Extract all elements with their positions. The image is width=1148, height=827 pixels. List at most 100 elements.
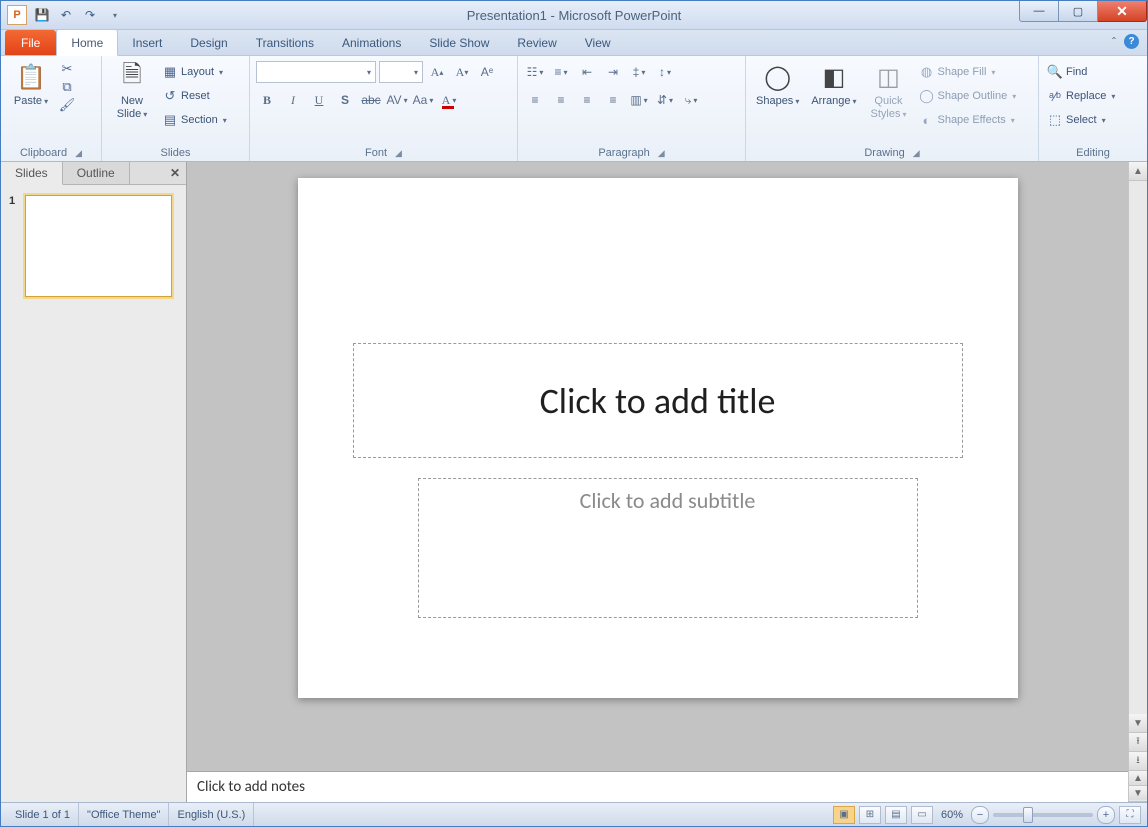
reset-button[interactable]: ↺Reset bbox=[160, 85, 229, 107]
shape-fill-button[interactable]: ◍Shape Fill▾ bbox=[916, 61, 1018, 83]
smartart-button[interactable]: ⤷▾ bbox=[680, 89, 702, 111]
thumbnail-item[interactable]: 1 bbox=[9, 195, 178, 297]
replace-button[interactable]: ᵃ⁄ᵇReplace▾ bbox=[1045, 85, 1117, 107]
font-family-combo[interactable]: ▾ bbox=[256, 61, 376, 83]
tab-transitions[interactable]: Transitions bbox=[242, 30, 328, 55]
drawing-dialog-launcher[interactable]: ◢ bbox=[913, 148, 920, 159]
help-button[interactable]: ? bbox=[1124, 34, 1139, 49]
zoom-in-button[interactable]: + bbox=[1097, 806, 1115, 824]
paragraph-dialog-launcher[interactable]: ◢ bbox=[658, 148, 665, 159]
shape-outline-button[interactable]: ◯Shape Outline▾ bbox=[916, 85, 1018, 107]
thumbnail-preview[interactable] bbox=[25, 195, 172, 297]
strikethrough-button[interactable]: abc bbox=[360, 89, 382, 111]
zoom-slider[interactable] bbox=[993, 813, 1093, 817]
close-button[interactable]: ✕ bbox=[1098, 1, 1147, 22]
increase-indent-button[interactable]: ⇥ bbox=[602, 61, 624, 83]
pane-tab-slides[interactable]: Slides bbox=[1, 162, 63, 185]
clear-formatting-button[interactable]: Aᵉ bbox=[476, 61, 498, 83]
fit-to-window-button[interactable]: ⛶ bbox=[1119, 806, 1141, 824]
tab-view[interactable]: View bbox=[571, 30, 625, 55]
tab-slideshow[interactable]: Slide Show bbox=[415, 30, 503, 55]
copy-button[interactable]: ⧉ bbox=[59, 79, 75, 95]
subtitle-placeholder-text: Click to add subtitle bbox=[580, 487, 756, 514]
quick-styles-button[interactable]: ◫ Quick Styles▾ bbox=[864, 59, 912, 123]
status-slide-info[interactable]: Slide 1 of 1 bbox=[7, 803, 79, 826]
qat-customize[interactable]: ▾ bbox=[105, 6, 123, 24]
cut-button[interactable]: ✂ bbox=[59, 61, 75, 77]
next-slide-button[interactable]: ⭳ bbox=[1129, 752, 1147, 771]
tab-review[interactable]: Review bbox=[503, 30, 570, 55]
zoom-out-button[interactable]: − bbox=[971, 806, 989, 824]
underline-button[interactable]: U bbox=[308, 89, 330, 111]
font-size-combo[interactable]: ▾ bbox=[379, 61, 423, 83]
tab-design[interactable]: Design bbox=[176, 30, 241, 55]
clipboard-dialog-launcher[interactable]: ◢ bbox=[75, 148, 82, 159]
tab-home[interactable]: Home bbox=[56, 29, 118, 56]
notes-scroll-down[interactable]: ▼ bbox=[1129, 786, 1147, 800]
zoom-slider-thumb[interactable] bbox=[1023, 807, 1033, 823]
tab-file[interactable]: File bbox=[5, 30, 56, 55]
italic-button[interactable]: I bbox=[282, 89, 304, 111]
undo-button[interactable]: ↶ bbox=[57, 6, 75, 24]
character-spacing-button[interactable]: AV▾ bbox=[386, 89, 408, 111]
status-theme[interactable]: "Office Theme" bbox=[79, 803, 169, 826]
scroll-track[interactable] bbox=[1129, 181, 1147, 714]
slide-canvas[interactable]: Click to add title Click to add subtitle bbox=[298, 178, 1018, 698]
shape-effects-button[interactable]: ◐Shape Effects▾ bbox=[916, 109, 1018, 131]
minimize-button[interactable]: — bbox=[1019, 1, 1059, 22]
font-dialog-launcher[interactable]: ◢ bbox=[395, 148, 402, 159]
decrease-indent-button[interactable]: ⇤ bbox=[576, 61, 598, 83]
shapes-button[interactable]: ◯ Shapes▾ bbox=[752, 59, 803, 110]
change-case-button[interactable]: Aa▾ bbox=[412, 89, 434, 111]
redo-button[interactable]: ↷ bbox=[81, 6, 99, 24]
section-button[interactable]: ▤Section▾ bbox=[160, 109, 229, 131]
format-painter-button[interactable]: 🖌 bbox=[59, 97, 75, 113]
tab-insert[interactable]: Insert bbox=[118, 30, 176, 55]
subtitle-placeholder[interactable]: Click to add subtitle bbox=[418, 478, 918, 618]
notes-scrollbar[interactable]: ▲ ▼ bbox=[1128, 771, 1147, 801]
font-color-button[interactable]: A▾ bbox=[438, 89, 460, 111]
status-language[interactable]: English (U.S.) bbox=[169, 803, 254, 826]
justify-button[interactable]: ≡ bbox=[602, 89, 624, 111]
shrink-font-button[interactable]: A▾ bbox=[451, 61, 473, 83]
columns-button[interactable]: ▥▾ bbox=[628, 89, 650, 111]
tab-animations[interactable]: Animations bbox=[328, 30, 415, 55]
text-direction-button[interactable]: ↕▾ bbox=[654, 61, 676, 83]
shadow-button[interactable]: S bbox=[334, 89, 356, 111]
sorter-view-button[interactable]: ⊞ bbox=[859, 806, 881, 824]
numbering-button[interactable]: ≡▾ bbox=[550, 61, 572, 83]
pane-tab-outline[interactable]: Outline bbox=[63, 162, 130, 184]
find-button[interactable]: 🔍Find bbox=[1045, 61, 1117, 83]
align-left-button[interactable]: ≡ bbox=[524, 89, 546, 111]
bold-button[interactable]: B bbox=[256, 89, 278, 111]
normal-view-button[interactable]: ▣ bbox=[833, 806, 855, 824]
line-spacing-button[interactable]: ‡▾ bbox=[628, 61, 650, 83]
new-slide-button[interactable]: 🗎 New Slide▾ bbox=[108, 59, 156, 123]
scroll-up-button[interactable]: ▲ bbox=[1129, 162, 1147, 181]
select-button[interactable]: ⬚Select▾ bbox=[1045, 109, 1117, 131]
slide-canvas-wrap[interactable]: Click to add title Click to add subtitle bbox=[187, 162, 1128, 771]
vertical-scrollbar[interactable]: ▲ ▼ ⭱ ⭳ bbox=[1128, 162, 1147, 771]
layout-label: Layout bbox=[181, 66, 214, 78]
arrange-button[interactable]: ◧ Arrange▾ bbox=[807, 59, 860, 110]
slideshow-view-button[interactable]: ▭ bbox=[911, 806, 933, 824]
maximize-button[interactable]: ▢ bbox=[1059, 1, 1098, 22]
layout-button[interactable]: ▦Layout▾ bbox=[160, 61, 229, 83]
paste-button[interactable]: 📋 Paste▾ bbox=[7, 59, 55, 110]
title-placeholder[interactable]: Click to add title bbox=[353, 343, 963, 458]
minimize-ribbon-button[interactable]: ˆ bbox=[1112, 35, 1116, 49]
align-center-button[interactable]: ≡ bbox=[550, 89, 572, 111]
prev-slide-button[interactable]: ⭱ bbox=[1129, 733, 1147, 752]
bullets-button[interactable]: ☷▾ bbox=[524, 61, 546, 83]
notes-scroll-up[interactable]: ▲ bbox=[1129, 771, 1147, 786]
zoom-level-label[interactable]: 60% bbox=[941, 809, 963, 821]
content-area: Slides Outline ✕ 1 Click to add title bbox=[1, 162, 1147, 802]
align-text-button[interactable]: ⇵▾ bbox=[654, 89, 676, 111]
notes-pane[interactable]: Click to add notes bbox=[187, 771, 1128, 802]
reading-view-button[interactable]: ▤ bbox=[885, 806, 907, 824]
save-button[interactable]: 💾 bbox=[33, 6, 51, 24]
align-right-button[interactable]: ≡ bbox=[576, 89, 598, 111]
grow-font-button[interactable]: A▴ bbox=[426, 61, 448, 83]
pane-close-button[interactable]: ✕ bbox=[164, 162, 186, 184]
scroll-down-button[interactable]: ▼ bbox=[1129, 714, 1147, 733]
